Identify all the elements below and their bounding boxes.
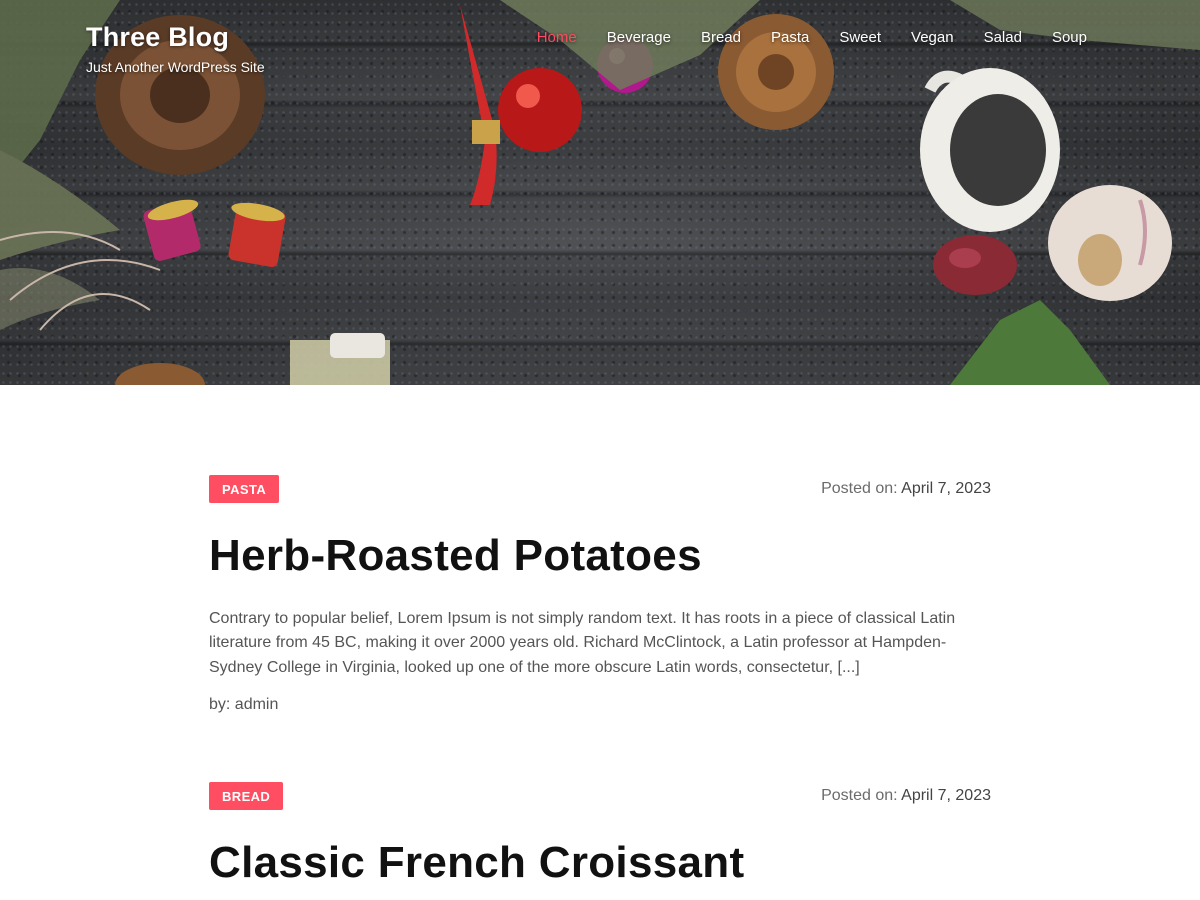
garlic	[1048, 185, 1172, 301]
nav-item-vegan[interactable]: Vegan	[896, 29, 969, 46]
posted-label: Posted on:	[821, 786, 898, 804]
nav-item-beverage[interactable]: Beverage	[592, 29, 686, 46]
nav-item-soup[interactable]: Soup	[1037, 29, 1102, 46]
hero-header: Three Blog Just Another WordPress Site H…	[0, 0, 1200, 385]
hero-decoration-image	[0, 0, 1200, 385]
primary-nav: Home Beverage Bread Pasta Sweet Vegan Sa…	[522, 29, 1102, 46]
site-tagline: Just Another WordPress Site	[86, 59, 265, 75]
nav-item-salad[interactable]: Salad	[969, 29, 1037, 46]
post-card: PASTA Posted on: April 7, 2023 Herb-Roas…	[209, 473, 991, 714]
post-card: BREAD Posted on: April 7, 2023 Classic F…	[209, 780, 991, 890]
shallot	[933, 235, 1017, 295]
nav-item-pasta[interactable]: Pasta	[756, 29, 824, 46]
post-title[interactable]: Herb-Roasted Potatoes	[209, 530, 991, 583]
posted-date: Posted on: April 7, 2023	[821, 480, 991, 498]
post-list: PASTA Posted on: April 7, 2023 Herb-Roas…	[209, 385, 991, 890]
post-excerpt: Contrary to popular belief, Lorem Ipsum …	[209, 609, 956, 676]
category-badge[interactable]: BREAD	[209, 781, 284, 810]
nav-item-sweet[interactable]: Sweet	[824, 29, 896, 46]
post-author: by: admin	[209, 696, 279, 714]
post-date-link[interactable]: April 7, 2023	[901, 787, 991, 804]
nav-item-home[interactable]: Home	[522, 29, 592, 46]
post-meta: PASTA Posted on: April 7, 2023	[209, 473, 991, 504]
post-meta: BREAD Posted on: April 7, 2023	[209, 780, 991, 811]
posted-label: Posted on:	[821, 479, 898, 497]
post-date-link[interactable]: April 7, 2023	[901, 480, 991, 497]
toy-drums	[143, 199, 286, 267]
posted-date: Posted on: April 7, 2023	[821, 787, 991, 805]
post-title[interactable]: Classic French Croissant	[209, 837, 991, 890]
category-badge[interactable]: PASTA	[209, 474, 280, 503]
site-title[interactable]: Three Blog	[86, 22, 229, 53]
nav-item-bread[interactable]: Bread	[686, 29, 756, 46]
oil-bottle	[290, 333, 390, 385]
white-jug	[920, 68, 1060, 232]
